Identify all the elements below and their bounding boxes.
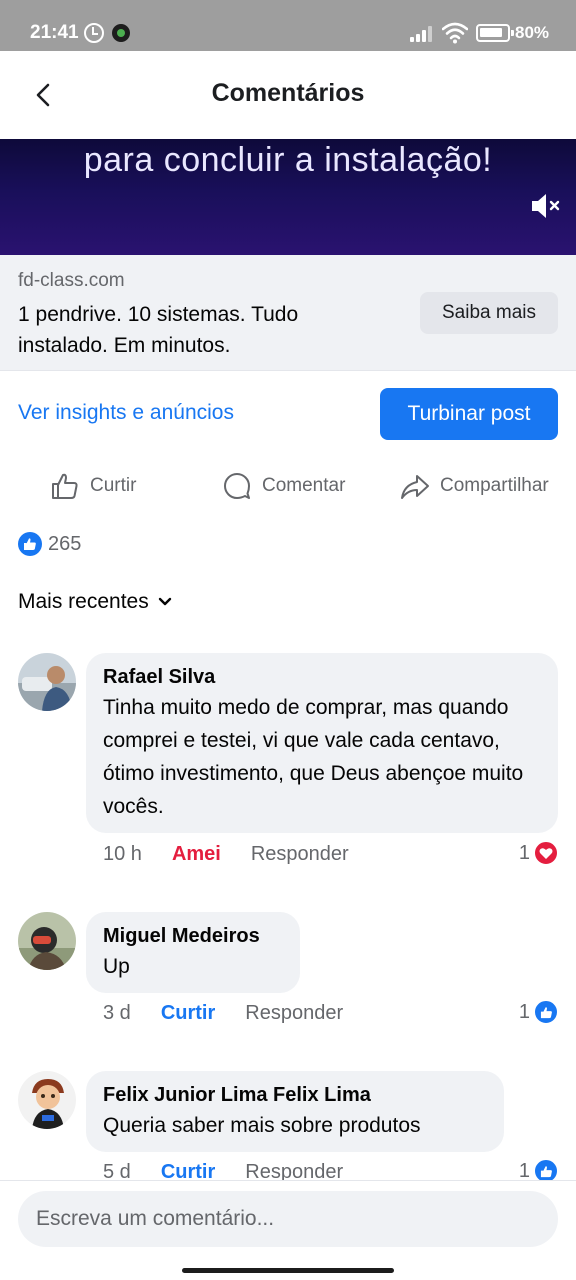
- like-label: Curtir: [90, 475, 137, 496]
- comment-text: Up: [103, 955, 130, 978]
- avatar[interactable]: [18, 1071, 76, 1129]
- battery-icon: [476, 24, 514, 42]
- status-time: 21:41: [30, 22, 79, 43]
- status-bar: 21:41 80%: [0, 0, 576, 51]
- wifi-icon: [442, 22, 468, 44]
- comment-sort-dropdown[interactable]: Mais recentes: [18, 590, 173, 614]
- view-insights-link[interactable]: Ver insights e anúncios: [18, 401, 234, 425]
- alarm-icon: [84, 23, 104, 43]
- avatar[interactable]: [18, 912, 76, 970]
- link-domain: fd-class.com: [18, 270, 125, 291]
- ad-video[interactable]: para concluir a instalação!: [0, 139, 576, 255]
- share-label: Compartilhar: [440, 475, 549, 496]
- post-actions: Curtir Comentar Compartilhar: [0, 466, 576, 506]
- comment-bubble[interactable]: Felix Junior Lima Felix Lima Queria sabe…: [86, 1071, 504, 1152]
- learn-more-button[interactable]: Saiba mais: [420, 292, 558, 334]
- reply-button[interactable]: Responder: [251, 843, 349, 866]
- comment-reaction-count[interactable]: 1: [519, 1000, 558, 1024]
- like-button[interactable]: Curtir: [50, 466, 136, 506]
- thumbs-up-icon: [534, 1000, 558, 1024]
- comment-input[interactable]: [18, 1191, 558, 1247]
- app-notification-icon: [112, 24, 130, 42]
- comment-reaction-count[interactable]: 1: [519, 841, 558, 865]
- video-caption: para concluir a instalação!: [83, 141, 493, 179]
- reactions-count: 265: [48, 532, 82, 555]
- reply-button[interactable]: Responder: [245, 1002, 343, 1025]
- chevron-down-icon: [158, 597, 171, 606]
- reactions-summary[interactable]: 265: [18, 532, 81, 556]
- comment-composer: [0, 1180, 576, 1280]
- link-title: 1 pendrive. 10 sistemas. Tudo instalado.…: [18, 303, 299, 357]
- share-arrow-icon: [401, 475, 429, 499]
- react-button[interactable]: Curtir: [161, 1002, 215, 1025]
- comment-bubble[interactable]: Rafael Silva Tinha muito medo de comprar…: [86, 653, 558, 833]
- comment-author[interactable]: Rafael Silva: [103, 663, 540, 691]
- comment-meta: 3 d Curtir Responder: [103, 1002, 343, 1025]
- comment-button[interactable]: Comentar: [222, 466, 345, 506]
- page-title: Comentários: [211, 79, 365, 107]
- comment-author[interactable]: Miguel Medeiros: [103, 922, 282, 950]
- thumbs-up-icon: [52, 473, 78, 499]
- signal-icon: [410, 24, 436, 42]
- comment-author[interactable]: Felix Junior Lima Felix Lima: [103, 1081, 486, 1109]
- battery-percent: 80%: [515, 23, 550, 42]
- link-preview[interactable]: fd-class.com 1 pendrive. 10 sistemas. Tu…: [0, 255, 576, 371]
- comment-label: Comentar: [262, 475, 346, 496]
- page-header: Comentários: [0, 51, 576, 139]
- react-button[interactable]: Amei: [172, 843, 221, 866]
- home-indicator[interactable]: [182, 1268, 394, 1273]
- comment-bubble-icon: [224, 473, 250, 499]
- boost-post-button[interactable]: Turbinar post: [380, 388, 558, 440]
- volume-muted-icon[interactable]: [530, 191, 562, 221]
- comment-time[interactable]: 3 d: [103, 1002, 131, 1025]
- comment-bubble[interactable]: Miguel Medeiros Up: [86, 912, 300, 993]
- comment-meta: 10 h Amei Responder: [103, 843, 349, 866]
- avatar[interactable]: [18, 653, 76, 711]
- heart-icon: [534, 841, 558, 865]
- comment-text: Queria saber mais sobre produtos: [103, 1114, 421, 1137]
- share-button[interactable]: Compartilhar: [400, 466, 549, 506]
- comment-text: Tinha muito medo de comprar, mas quando …: [103, 696, 524, 818]
- sort-label: Mais recentes: [18, 590, 149, 613]
- comment-time[interactable]: 10 h: [103, 843, 142, 866]
- like-reaction-icon: [18, 532, 42, 556]
